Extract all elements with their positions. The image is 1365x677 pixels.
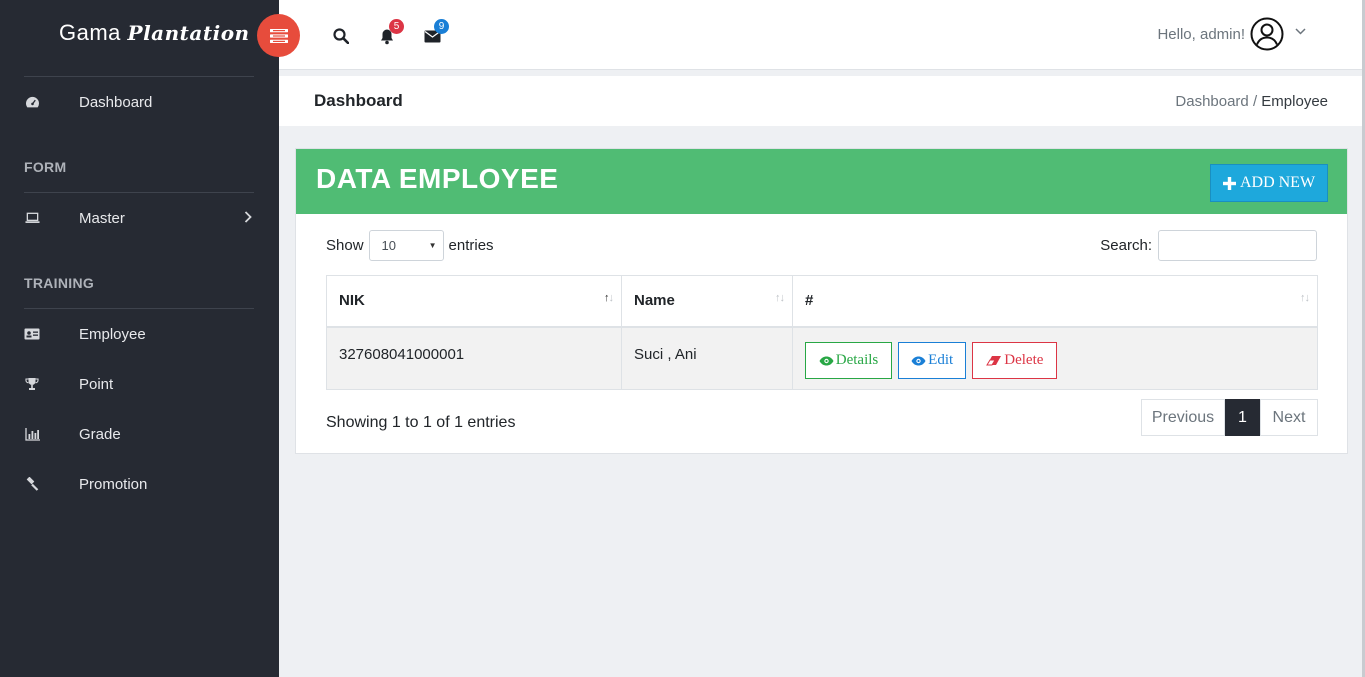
bar-chart-icon (24, 426, 40, 442)
search-icon (333, 28, 349, 44)
table-search: Search: (1100, 230, 1317, 261)
sidebar: Gama Plantation Dashboard FORM Master TR… (0, 0, 279, 677)
user-avatar[interactable] (1250, 17, 1284, 51)
sidebar-item-label: Employee (79, 325, 146, 343)
brand-name-part2: Plantation (127, 21, 250, 45)
sidebar-item-label: Point (79, 375, 114, 393)
gavel-icon (24, 476, 40, 492)
delete-button[interactable]: Delete (972, 341, 1058, 379)
sidebar-section-form: FORM (24, 159, 67, 175)
page-length-value: 10 (381, 238, 396, 253)
column-header-actions[interactable]: # ↑↓ (792, 275, 1318, 328)
add-new-label: ADD NEW (1239, 174, 1316, 191)
search-input[interactable] (1158, 230, 1317, 261)
sidebar-item-label: Grade (79, 425, 121, 443)
dashboard-icon (24, 94, 40, 110)
caret-down-icon: ▼ (428, 241, 437, 250)
eye-icon (819, 356, 834, 365)
sidebar-divider (24, 76, 254, 77)
notifications-badge: 5 (389, 19, 404, 34)
breadcrumb-separator: / (1252, 93, 1258, 110)
brand-logo[interactable]: Gama Plantation (59, 20, 250, 46)
sidebar-section-training: TRAINING (24, 275, 95, 291)
user-greeting: Hello, admin! (1157, 26, 1245, 43)
eye-icon (911, 356, 926, 365)
sidebar-item-promotion[interactable]: Promotion (0, 467, 279, 501)
brand-name-part1: Gama (59, 20, 121, 45)
employee-table: NIK ↑↓ Name ↑↓ # ↑↓ 327608041000001 Suci… (326, 275, 1318, 390)
topbar: 5 9 Hello, admin! (257, 0, 1362, 70)
pagination-previous[interactable]: Previous (1141, 399, 1225, 436)
card-header: DATA EMPLOYEE ADD NEW (296, 149, 1347, 214)
breadcrumb-link-dashboard[interactable]: Dashboard (1175, 93, 1248, 110)
column-header-label: Name (634, 292, 675, 310)
sort-icon: ↑↓ (1300, 292, 1310, 304)
pagination-next[interactable]: Next (1260, 399, 1318, 436)
delete-label: Delete (1004, 351, 1044, 368)
messages-button[interactable]: 9 (422, 19, 449, 46)
sidebar-item-employee[interactable]: Employee (0, 317, 279, 351)
add-new-button[interactable]: ADD NEW (1210, 164, 1328, 202)
user-circle-icon (1250, 17, 1284, 51)
page-length-select[interactable]: 10 ▼ (368, 230, 444, 261)
column-header-name[interactable]: Name ↑↓ (621, 275, 793, 328)
sidebar-toggle-button[interactable] (257, 14, 300, 57)
cell-name: Suci , Ani (621, 326, 793, 390)
chevron-down-icon[interactable] (1295, 24, 1306, 38)
messages-badge: 9 (434, 19, 449, 34)
page-title: Dashboard (314, 91, 403, 110)
table-info: Showing 1 to 1 of 1 entries (326, 414, 516, 431)
table-row: 327608041000001 Suci , Ani Details Edit … (326, 326, 1318, 390)
details-label: Details (835, 352, 879, 368)
eraser-icon (986, 355, 1002, 365)
trophy-icon (24, 376, 40, 392)
breadcrumb-current: Employee (1261, 93, 1328, 110)
sidebar-item-label: Promotion (79, 475, 148, 493)
edit-label: Edit (928, 352, 954, 368)
details-button[interactable]: Details (805, 342, 892, 379)
sidebar-item-label: Dashboard (79, 93, 153, 111)
column-header-label: NIK (339, 292, 365, 310)
sidebar-divider (24, 308, 254, 309)
sidebar-item-dashboard[interactable]: Dashboard (0, 85, 279, 119)
page-length-control: Show 10 ▼ entries (326, 230, 494, 261)
show-label: Show (326, 237, 364, 254)
employee-card: DATA EMPLOYEE ADD NEW Show 10 ▼ entries … (295, 148, 1348, 454)
edit-button[interactable]: Edit (898, 342, 967, 379)
breadcrumb: Dashboard / Employee (1175, 93, 1328, 110)
column-header-label: # (805, 292, 814, 310)
pagination-page-1[interactable]: 1 (1225, 399, 1260, 436)
sort-icon: ↑↓ (775, 292, 785, 304)
id-card-icon (24, 326, 40, 342)
search-label: Search: (1100, 237, 1152, 254)
page-header: Dashboard Dashboard / Employee (279, 76, 1362, 126)
cell-nik: 327608041000001 (326, 326, 622, 390)
cell-actions: Details Edit Delete (792, 326, 1318, 390)
column-header-nik[interactable]: NIK ↑↓ (326, 275, 622, 328)
chevron-right-icon (244, 210, 252, 226)
sort-ascending-icon: ↑↓ (604, 292, 614, 304)
sidebar-item-point[interactable]: Point (0, 367, 279, 401)
search-button[interactable] (331, 26, 351, 46)
plus-icon (1222, 176, 1236, 190)
notifications-button[interactable]: 5 (377, 19, 404, 46)
card-title: DATA EMPLOYEE (316, 163, 559, 194)
sidebar-divider (24, 192, 254, 193)
pagination: Previous 1 Next (1141, 399, 1318, 436)
sidebar-item-grade[interactable]: Grade (0, 417, 279, 451)
menu-icon (269, 28, 288, 43)
laptop-icon (24, 210, 40, 226)
entries-label: entries (448, 237, 494, 254)
sidebar-item-master[interactable]: Master (0, 201, 279, 235)
sidebar-item-label: Master (79, 209, 125, 227)
